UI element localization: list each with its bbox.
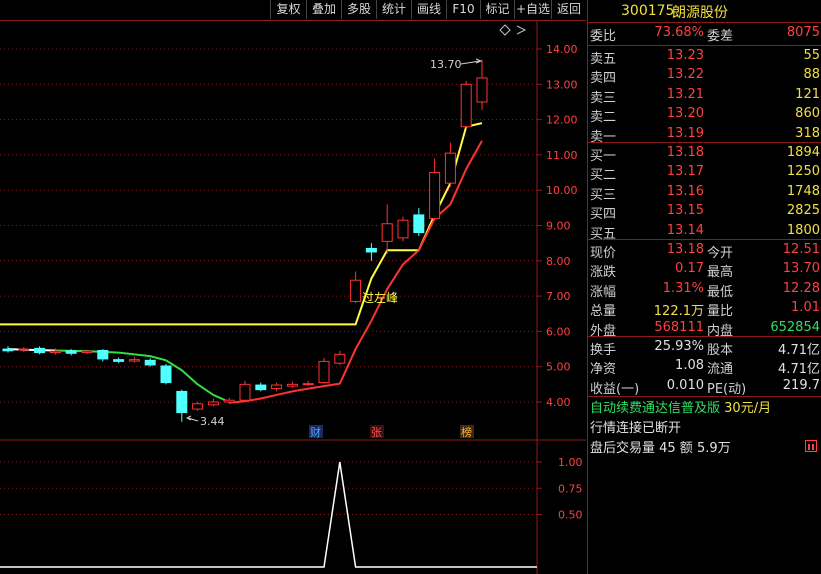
candle-body[interactable] (286, 383, 298, 387)
price-axis-label: 7.00 (546, 290, 571, 303)
back-button[interactable]: 返回 (551, 0, 586, 19)
candle-body[interactable] (381, 223, 393, 242)
bid-row-3[interactable]: 买三 13.16 1748 (588, 183, 821, 203)
candle-body[interactable] (81, 350, 93, 354)
quote-panel: 300175 朗源股份 委比 73.68% 委差 8075 卖五 13.23 55 卖… (587, 0, 821, 574)
candle-body[interactable] (318, 360, 330, 384)
candle-body[interactable] (2, 348, 14, 352)
stat-row-1[interactable]: 涨跌 0.17 最高 13.70 (588, 260, 821, 280)
connection-status: 行情连接已断开 (590, 421, 682, 436)
price-axis-label: 13.00 (546, 78, 578, 91)
mark-button[interactable]: 标记 (480, 0, 514, 19)
candle-body[interactable] (255, 384, 267, 391)
candle-body[interactable] (97, 349, 109, 360)
price-axis-label: 10.00 (546, 184, 578, 197)
price-axis-label: 9.00 (546, 220, 571, 233)
candle-body[interactable] (444, 152, 456, 184)
candle-body[interactable] (128, 359, 140, 362)
high-price-marker: 13.70 (430, 58, 462, 71)
after-hours-volume: 盘后交易量 45 额 5.9万 (590, 441, 731, 456)
chart-bar-icon[interactable] (805, 440, 817, 452)
candle-body[interactable] (271, 384, 283, 390)
price-axis-label: 4.00 (546, 396, 571, 409)
candle-body[interactable] (49, 350, 61, 354)
price-axis-label: 14.00 (546, 43, 578, 56)
candle-body[interactable] (460, 83, 472, 128)
diamond-icon[interactable] (499, 24, 511, 36)
f10-button[interactable]: F10 (446, 0, 480, 19)
breakout-annotation: 过左峰 (362, 290, 398, 305)
price-axis-label: 11.00 (546, 149, 578, 162)
chevron-right-icon[interactable] (516, 25, 527, 35)
candle-body[interactable] (192, 403, 204, 410)
indicator-axis-label: 1.00 (558, 456, 583, 469)
weicha-value: 8075 (786, 25, 820, 40)
candle-body[interactable] (207, 401, 219, 406)
candle-body[interactable] (476, 77, 488, 103)
indicator-axis-label: 0.50 (558, 509, 583, 522)
candle-body[interactable] (18, 348, 30, 351)
fundamental-row-0[interactable]: 换手 25.93% 股本 4.71亿 (588, 338, 821, 358)
stock-title: 300175 朗源股份 (588, 0, 821, 22)
candle-body[interactable] (65, 350, 77, 354)
low-price-marker: 3.44 (200, 415, 225, 428)
candle-body[interactable] (34, 347, 46, 354)
candle-body[interactable] (223, 399, 235, 403)
weibi-value: 73.68% (654, 25, 704, 40)
candle-body[interactable] (176, 390, 188, 414)
draw-line-button[interactable]: 画线 (411, 0, 446, 19)
ask-row-3[interactable]: 卖三 13.21 121 (588, 86, 821, 106)
subscription-ad[interactable]: 自动续费通达信普及版 30元/月 (590, 397, 771, 416)
fuquan-button[interactable]: 复权 (270, 0, 306, 19)
candle-body[interactable] (334, 353, 346, 364)
svg-text:榜: 榜 (461, 425, 472, 439)
price-axis-label: 5.00 (546, 361, 571, 374)
signal-line (0, 122, 483, 326)
fundamental-row-2[interactable]: 收益(一) 0.010 PE(动) 219.7 (588, 377, 821, 397)
bid-row-2[interactable]: 买二 13.17 1250 (588, 163, 821, 183)
stat-row-3[interactable]: 总量 122.1万 量比 1.01 (588, 299, 821, 319)
candle-body[interactable] (365, 247, 377, 253)
ask-row-5[interactable]: 卖五 13.23 55 (588, 47, 821, 67)
chart-area[interactable]: 14.00 13.00 12.00 11.00 10.00 9.00 8.00 7.00 6.0… (0, 20, 586, 574)
fundamental-row-1[interactable]: 净资 1.08 流通 4.71亿 (588, 357, 821, 377)
candle-body[interactable] (350, 279, 362, 302)
candle-body[interactable] (239, 383, 251, 401)
candle-body[interactable] (413, 214, 425, 234)
candle-body[interactable] (429, 172, 441, 219)
stock-name: 朗源股份 (672, 5, 728, 21)
ma-fast-early (7, 348, 56, 352)
overlay-button[interactable]: 叠加 (306, 0, 341, 19)
svg-text:张: 张 (371, 426, 382, 439)
ma-fast-falling (55, 349, 230, 403)
add-watchlist-button[interactable]: +自选 (514, 0, 551, 19)
chart-toolbar: 复权 叠加 多股 统计 画线 F10 标记 +自选 返回 (0, 0, 586, 20)
candle-body[interactable] (113, 359, 125, 362)
candle-body[interactable] (302, 383, 314, 386)
price-axis-label: 12.00 (546, 114, 578, 127)
candle-body[interactable] (160, 365, 172, 384)
bid-row-4[interactable]: 买四 13.15 2825 (588, 202, 821, 222)
kline-chart[interactable]: 14.00 13.00 12.00 11.00 10.00 9.00 8.00 7.00 6.0… (0, 20, 586, 574)
ask-row-4[interactable]: 卖四 13.22 88 (588, 66, 821, 86)
price-axis-label: 8.00 (546, 255, 571, 268)
stat-row-2[interactable]: 涨幅 1.31% 最低 12.28 (588, 280, 821, 300)
weibi-row: 委比 73.68% 委差 8075 (590, 25, 820, 44)
stat-row-0[interactable]: 现价 13.18 今开 12.51 (588, 241, 821, 261)
ask-row-2[interactable]: 卖二 13.20 860 (588, 105, 821, 125)
candle-body[interactable] (144, 359, 156, 366)
multi-stock-button[interactable]: 多股 (341, 0, 376, 19)
svg-text:财: 财 (310, 425, 321, 439)
indicator-axis-label: 0.75 (558, 482, 583, 495)
price-axis-label: 6.00 (546, 325, 571, 338)
stock-code: 300175 (621, 3, 675, 19)
bid-row-1[interactable]: 买一 13.18 1894 (588, 144, 821, 164)
statistics-button[interactable]: 统计 (376, 0, 411, 19)
candle-body[interactable] (397, 219, 409, 239)
